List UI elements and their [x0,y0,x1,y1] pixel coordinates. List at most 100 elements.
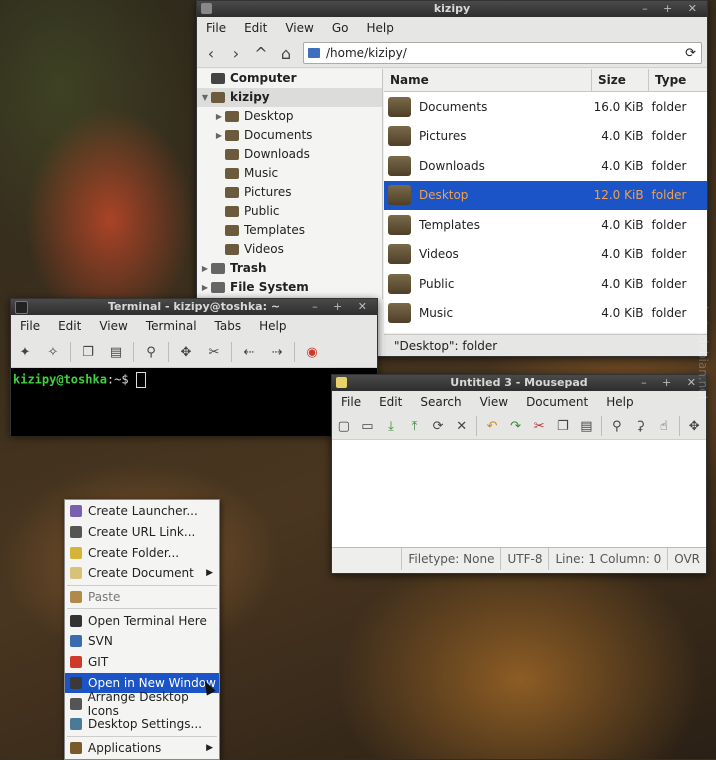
up-icon[interactable]: ^ [250,44,272,63]
menu-item-help[interactable]: Help [250,319,295,333]
path-input[interactable]: /home/kizipy/ ⟳ [303,42,702,64]
menu-item-help[interactable]: Help [597,395,642,409]
sidebar-item-label: kizipy [230,90,270,104]
home-icon[interactable]: ⌂ [275,44,297,63]
menu-item-file[interactable]: File [197,21,235,35]
sidebar-item-desktop[interactable]: ▶ Desktop [197,107,382,126]
mousepad-titlebar[interactable]: Untitled 3 - Mousepad – + ✕ [332,375,706,391]
column-size[interactable]: Size [592,69,649,91]
reload-icon[interactable]: ⟳ [430,416,446,436]
go-to-icon[interactable]: ☝ [656,416,672,436]
next-tab-icon[interactable]: ⇢ [267,342,287,362]
sidebar-item-kizipy[interactable]: ▼ kizipy [197,88,382,107]
menu-item-edit[interactable]: Edit [370,395,411,409]
preferences-icon[interactable]: ✂ [204,342,224,362]
paste-icon[interactable]: ▤ [106,342,126,362]
help-icon[interactable]: ◉ [302,342,322,362]
menu-item-label: Create Launcher... [88,504,198,519]
context-menu-item-create-launcher[interactable]: Create Launcher... [65,501,219,522]
menu-item-edit[interactable]: Edit [235,21,276,35]
reload-icon[interactable]: ⟳ [685,46,696,61]
expander-icon[interactable]: ▶ [213,126,225,145]
fullscreen-icon[interactable]: ✥ [176,342,196,362]
context-menu-item-svn[interactable]: SVN [65,631,219,652]
sidebar-item-documents[interactable]: ▶ Documents [197,126,382,145]
find-icon[interactable]: ⚲ [609,416,625,436]
column-name[interactable]: Name [384,69,592,91]
file-row[interactable]: Music 4.0 KiB folder [384,299,707,329]
file-row[interactable]: Pictures 4.0 KiB folder [384,122,707,152]
menu-item-document[interactable]: Document [517,395,597,409]
menu-item-file[interactable]: File [332,395,370,409]
copy-icon[interactable]: ❐ [555,416,571,436]
file-row[interactable]: Downloads 4.0 KiB folder [384,151,707,181]
save-as-icon[interactable]: ⤒ [407,416,423,436]
menu-item-go[interactable]: Go [323,21,358,35]
window-controls[interactable]: – + ✕ [312,299,373,315]
sidebar-item-downloads[interactable]: Downloads [197,145,382,164]
text-editor-area[interactable] [332,440,706,548]
menu-item-tabs[interactable]: Tabs [206,319,251,333]
sidebar-item-computer[interactable]: Computer [197,69,382,88]
menu-item-file[interactable]: File [11,319,49,333]
sidebar-item-music[interactable]: Music [197,164,382,183]
find-replace-icon[interactable]: ⚳ [633,416,649,436]
search-icon[interactable]: ⚲ [141,342,161,362]
save-icon[interactable]: ⤓ [383,416,399,436]
forward-icon[interactable]: › [225,44,247,63]
folder-icon [388,273,411,294]
context-menu-item-arrange-desktop-icons[interactable]: Arrange Desktop Icons [65,690,219,718]
terminal-body[interactable]: kizipy@toshka:~$ [11,368,377,436]
new-tab-icon[interactable]: ✦ [15,342,35,362]
file-row[interactable]: Public 4.0 KiB folder [384,269,707,299]
context-menu-item-paste[interactable]: Paste [65,587,219,608]
expander-icon[interactable]: ▶ [199,278,211,297]
menu-item-help[interactable]: Help [357,21,402,35]
menu-item-edit[interactable]: Edit [49,319,90,333]
overwrite-mode-status[interactable]: OVR [667,548,706,570]
context-menu-item-desktop-settings[interactable]: Desktop Settings... [65,714,219,735]
menu-item-view[interactable]: View [90,319,136,333]
copy-icon[interactable]: ❐ [78,342,98,362]
expander-icon[interactable]: ▼ [199,88,211,107]
file-row[interactable]: Videos 4.0 KiB folder [384,240,707,270]
sidebar-item-file-system[interactable]: ▶ File System [197,278,382,297]
sidebar-item-videos[interactable]: Videos [197,240,382,259]
expander-icon[interactable]: ▶ [199,259,211,278]
file-row[interactable]: Documents 16.0 KiB folder [384,92,707,122]
context-menu-item-open-terminal-here[interactable]: Open Terminal Here [65,610,219,631]
context-menu-item-create-document[interactable]: Create Document ▶ [65,563,219,584]
previous-tab-icon[interactable]: ⇠ [239,342,259,362]
undo-icon[interactable]: ↶ [484,416,500,436]
folder-icon [388,214,411,235]
column-type[interactable]: Type [649,69,707,91]
menu-item-search[interactable]: Search [411,395,470,409]
cut-icon[interactable]: ✂ [531,416,547,436]
sidebar-item-trash[interactable]: ▶ Trash [197,259,382,278]
context-menu-item-create-folder[interactable]: Create Folder... [65,542,219,563]
new-window-icon[interactable]: ✧ [43,342,63,362]
menu-item-terminal[interactable]: Terminal [137,319,206,333]
new-document-icon[interactable]: ▢ [336,416,352,436]
context-menu-item-create-url-link[interactable]: Create URL Link... [65,522,219,543]
paste-icon[interactable]: ▤ [579,416,595,436]
terminal-titlebar[interactable]: Terminal - kizipy@toshka: ~ – + ✕ [11,299,377,315]
sidebar-item-templates[interactable]: Templates [197,221,382,240]
sidebar-item-public[interactable]: Public [197,202,382,221]
context-menu-item-git[interactable]: GIT [65,652,219,673]
redo-icon[interactable]: ↷ [508,416,524,436]
menu-item-view[interactable]: View [471,395,517,409]
expander-icon[interactable]: ▶ [213,107,225,126]
file-row[interactable]: Desktop 12.0 KiB folder [384,180,707,210]
back-icon[interactable]: ‹ [200,44,222,63]
folder-icon [225,111,239,122]
filetype-status[interactable]: Filetype: None [401,548,500,570]
context-menu-item-applications[interactable]: Applications ▶ [65,738,219,759]
close-icon[interactable]: ✕ [454,416,470,436]
open-icon[interactable]: ▭ [360,416,376,436]
file-row[interactable]: Templates 4.0 KiB folder [384,210,707,240]
menu-item-view[interactable]: View [276,21,322,35]
sidebar-item-pictures[interactable]: Pictures [197,183,382,202]
window-controls[interactable]: – + ✕ [642,1,703,17]
file-manager-titlebar[interactable]: kizipy – + ✕ [197,1,707,17]
